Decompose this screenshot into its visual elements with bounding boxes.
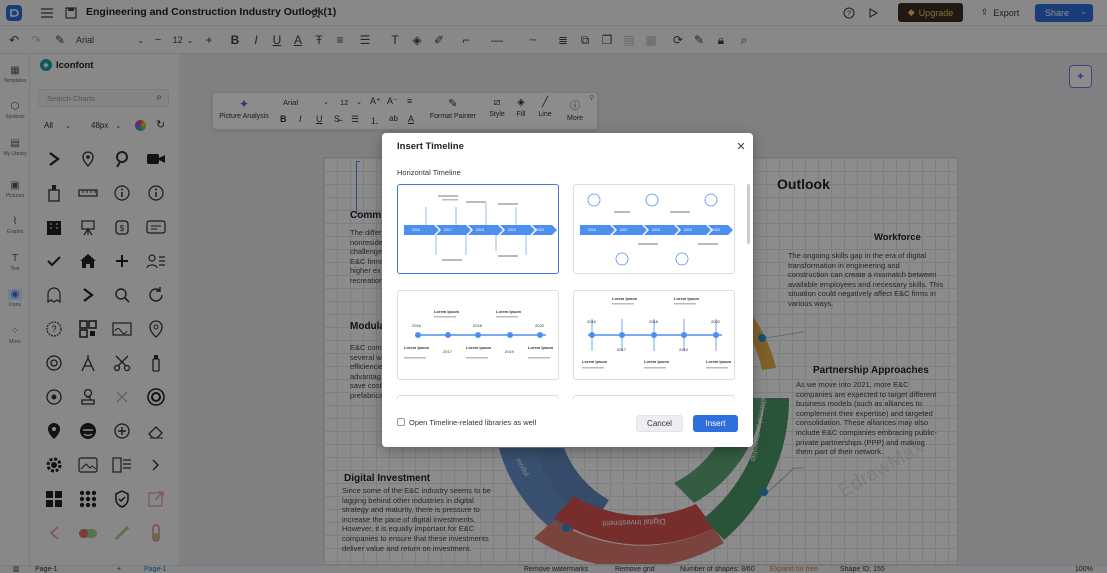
lorem-label: Lorem Ipsum [404,345,430,350]
year-label: 2020 [536,228,544,232]
year-label: 2018 [476,228,484,232]
year-label: 2016 [412,228,420,232]
year-label: 2019 [684,228,692,232]
year-label: 2020 [535,323,545,328]
timeline-option-ticks[interactable]: 2016 2017 2018 2019 2020 Lorem Ipsum Lor… [573,290,735,380]
lorem-label: Lorem Ipsum [612,296,638,301]
year-label: 2016 [412,323,422,328]
checkbox-label: Open Timeline-related libraries as well [409,418,537,427]
cancel-button[interactable]: Cancel [636,415,683,432]
year-label: 2019 [505,349,515,354]
timeline-option-peek[interactable] [573,395,735,399]
close-icon[interactable]: ✕ [734,139,748,153]
lorem-label: Lorem Ipsum [706,359,732,364]
year-label: 2018 [473,323,483,328]
year-label: 2017 [443,349,453,354]
year-label: 2017 [617,347,627,352]
lorem-label: Lorem Ipsum [674,296,700,301]
year-label: 2018 [649,319,659,324]
year-label: 2020 [712,228,720,232]
dialog-scrollbar[interactable] [747,184,750,244]
year-label: 2020 [711,319,721,324]
lorem-label: Lorem Ipsum [644,359,670,364]
year-label: 2017 [620,228,628,232]
lorem-label: Lorem Ipsum [496,309,522,314]
lorem-label: Lorem Ipsum [434,309,460,314]
timeline-option-arrow[interactable]: 2016 2017 2018 2019 2020 [397,184,559,274]
timeline-option-icons[interactable]: 2016 2017 2018 2019 2020 [573,184,735,274]
year-label: 2019 [679,347,689,352]
timeline-option-dots[interactable]: 2016 2017 2018 2019 2020 Lorem Ipsum Lor… [397,290,559,380]
year-label: 2019 [508,228,516,232]
lorem-label: Lorem Ipsum [528,345,554,350]
year-label: 2017 [444,228,452,232]
dialog-title: Insert Timeline [397,141,464,152]
timeline-option-peek[interactable] [397,395,559,399]
open-libraries-checkbox[interactable] [397,418,405,426]
year-label: 2016 [587,319,597,324]
lorem-label: Lorem Ipsum [582,359,608,364]
year-label: 2018 [652,228,660,232]
insert-timeline-dialog: Insert Timeline ✕ Horizontal Timeline 20… [382,133,753,447]
lorem-label: Lorem Ipsum [466,345,492,350]
section-label: Horizontal Timeline [397,168,461,177]
insert-button[interactable]: Insert [693,415,738,432]
year-label: 2016 [588,228,596,232]
